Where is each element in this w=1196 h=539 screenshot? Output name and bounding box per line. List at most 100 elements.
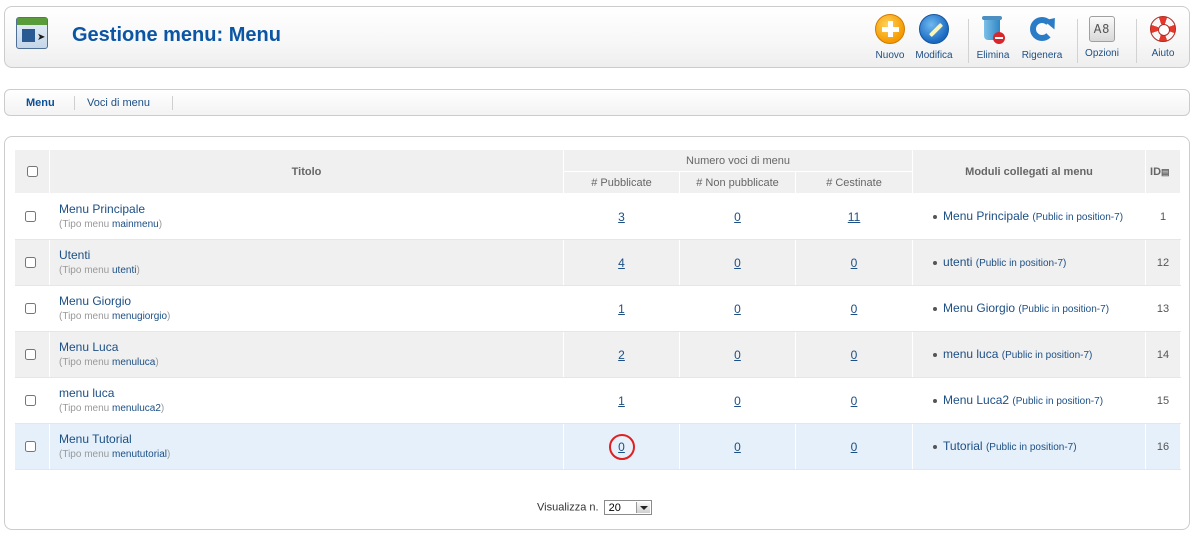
unpublished-cell: 0: [679, 423, 796, 470]
submenu-item-menu[interactable]: Menu: [26, 97, 55, 109]
trashed-cell: 0: [795, 423, 914, 470]
delete-button[interactable]: Elimina: [967, 14, 1019, 61]
menu-type: (Tipo menu menuluca): [59, 357, 159, 368]
module-link[interactable]: Tutorial: [943, 439, 983, 453]
trashed-cell: 0: [795, 331, 914, 378]
submenu-item-menu-items[interactable]: Voci di menu: [87, 97, 150, 109]
options-button-label: Opzioni: [1085, 48, 1119, 59]
table-row: Menu Giorgio (Tipo menu menugiorgio) 1 0…: [14, 285, 1182, 332]
title-header[interactable]: Titolo: [49, 149, 564, 194]
published-cell: 2: [563, 331, 680, 378]
row-checkbox[interactable]: [24, 303, 36, 315]
title-cell: Menu Luca (Tipo menu menuluca): [49, 331, 564, 378]
menu-type-value: menuluca2: [112, 403, 161, 414]
menu-title-link[interactable]: Menu Giorgio: [59, 294, 563, 309]
chevron-down-icon[interactable]: [635, 502, 650, 513]
trashed-header: # Cestinate: [794, 171, 914, 194]
trashed-count-link[interactable]: 0: [851, 394, 858, 408]
menu-type-prefix: Tipo menu: [62, 357, 110, 368]
menu-title-link[interactable]: Menu Principale: [59, 202, 563, 217]
published-count-link[interactable]: 2: [618, 348, 625, 362]
trashed-count-link[interactable]: 0: [851, 302, 858, 316]
module-link[interactable]: Menu Principale: [943, 209, 1029, 223]
module-link[interactable]: utenti: [943, 255, 972, 269]
title-cell: Menu Giorgio (Tipo menu menugiorgio): [49, 285, 564, 332]
unpublished-count-link[interactable]: 0: [734, 440, 741, 454]
row-checkbox-cell: [14, 239, 50, 286]
row-checkbox[interactable]: [24, 257, 36, 269]
trashed-count-link[interactable]: 0: [851, 256, 858, 270]
module-cell: menu luca (Public in position-7): [912, 331, 1147, 378]
unpublished-cell: 0: [679, 331, 796, 378]
published-count-link[interactable]: 1: [618, 302, 625, 316]
table-row: Utenti (Tipo menu utenti) 4 0 0 utenti (…: [14, 239, 1182, 286]
toolbar-panel: ➤ Gestione menu: Menu Nuovo Modifica Eli…: [4, 6, 1190, 68]
title-header-label: Titolo: [291, 165, 322, 178]
unpublished-count-link[interactable]: 0: [734, 210, 741, 224]
published-cell: 4: [563, 239, 680, 286]
pagination-label: Visualizza n.: [537, 501, 599, 514]
published-count-link[interactable]: 1: [618, 394, 625, 408]
unpublished-count-link[interactable]: 0: [734, 394, 741, 408]
row-checkbox[interactable]: [24, 441, 36, 453]
trashed-header-label: # Cestinate: [826, 176, 882, 189]
id-cell: 1: [1145, 193, 1182, 240]
module-cell: Menu Luca2 (Public in position-7): [912, 377, 1147, 424]
select-all-checkbox[interactable]: [26, 166, 38, 178]
published-header-label: # Pubblicate: [591, 176, 652, 189]
trashed-count-link[interactable]: 0: [851, 440, 858, 454]
table-row: Menu Tutorial (Tipo menu menututorial) 0…: [14, 423, 1182, 470]
select-all-header: [14, 149, 50, 194]
edit-icon: [919, 14, 949, 44]
menu-type-prefix: Tipo menu: [62, 219, 110, 230]
trashed-count-link[interactable]: 11: [848, 210, 860, 224]
help-button[interactable]: Aiuto: [1137, 14, 1189, 59]
trashed-cell: 0: [795, 285, 914, 332]
unpublished-count-link[interactable]: 0: [734, 348, 741, 362]
page-title: Gestione menu: Menu: [72, 24, 281, 46]
module-link[interactable]: menu luca: [943, 347, 998, 361]
help-button-label: Aiuto: [1151, 48, 1175, 59]
refresh-icon: [1027, 13, 1061, 44]
bullet-icon: [933, 444, 938, 449]
module-position: (Public in position-7): [1012, 395, 1104, 407]
menu-type-prefix: Tipo menu: [62, 265, 110, 276]
unpublished-cell: 0: [679, 193, 796, 240]
menu-type: (Tipo menu menugiorgio): [59, 311, 171, 322]
help-icon: [1150, 16, 1176, 42]
unpublished-cell: 0: [679, 285, 796, 332]
published-count-link[interactable]: 3: [618, 210, 625, 224]
title-cell: Menu Tutorial (Tipo menu menututorial): [49, 423, 564, 470]
row-checkbox[interactable]: [24, 349, 36, 361]
published-cell: 1: [563, 377, 680, 424]
menu-title-link[interactable]: Utenti: [59, 248, 563, 263]
id-cell: 12: [1145, 239, 1182, 286]
trashed-count-link[interactable]: 0: [851, 348, 858, 362]
menu-type-value: menututorial: [112, 449, 168, 460]
edit-button-label: Modifica: [915, 50, 953, 61]
rebuild-button-label: Rigenera: [1021, 50, 1063, 61]
module-link[interactable]: Menu Giorgio: [943, 301, 1015, 315]
menu-type-value: menuluca: [112, 357, 156, 368]
row-checkbox-cell: [14, 423, 50, 470]
unpublished-count-link[interactable]: 0: [734, 256, 741, 270]
row-checkbox-cell: [14, 331, 50, 378]
bullet-icon: [933, 214, 938, 219]
published-count-link[interactable]: 4: [618, 256, 625, 270]
menu-title-link[interactable]: Menu Tutorial: [59, 432, 563, 447]
menu-type: (Tipo menu utenti): [59, 265, 140, 276]
menu-title-link[interactable]: Menu Luca: [59, 340, 563, 355]
menu-type-value: mainmenu: [112, 219, 159, 230]
edit-button[interactable]: Modifica: [908, 14, 960, 61]
id-header[interactable]: ID▤: [1145, 149, 1182, 194]
menu-title-link[interactable]: menu luca: [59, 386, 563, 401]
options-button[interactable]: Opzioni: [1076, 14, 1128, 59]
list-limit-select[interactable]: 20: [603, 500, 652, 515]
row-checkbox[interactable]: [24, 211, 36, 223]
unpublished-count-link[interactable]: 0: [734, 302, 741, 316]
module-link[interactable]: Menu Luca2: [943, 393, 1009, 407]
unpublished-header-label: # Non pubblicate: [696, 176, 779, 189]
row-checkbox[interactable]: [24, 395, 36, 407]
id-header-label: ID: [1150, 165, 1162, 178]
rebuild-button[interactable]: Rigenera: [1016, 13, 1068, 61]
